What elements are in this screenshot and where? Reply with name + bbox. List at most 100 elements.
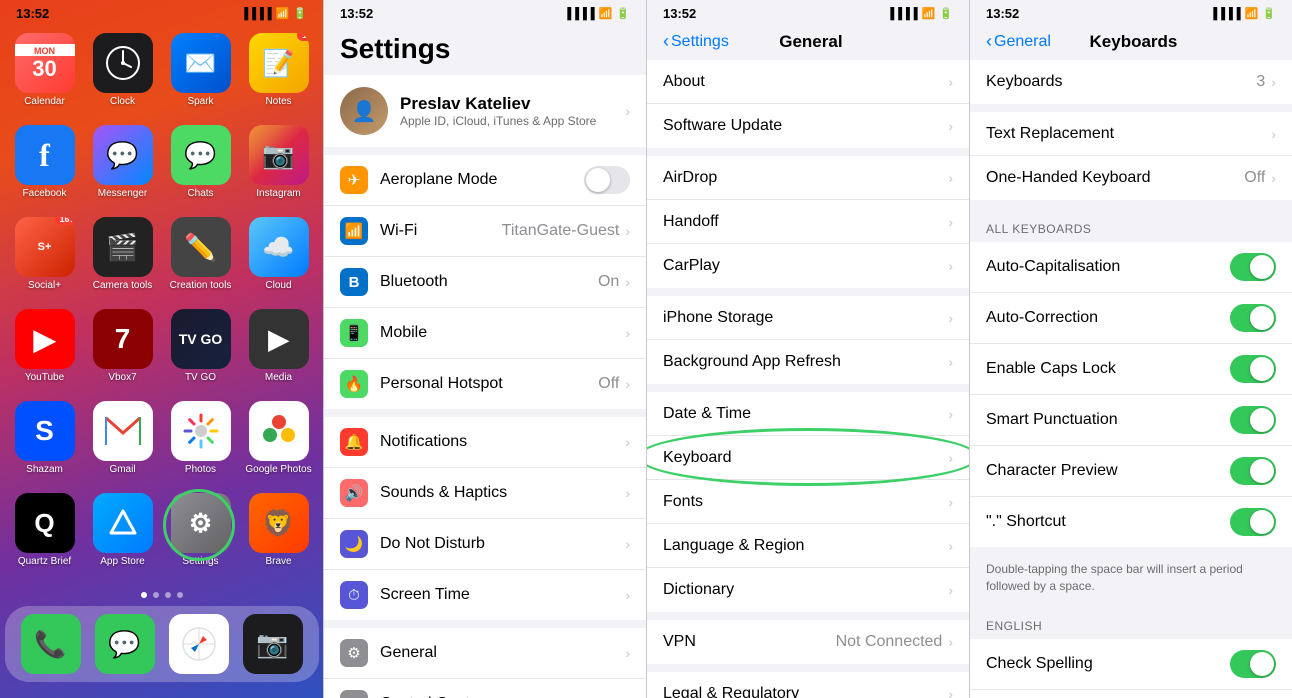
general-row-about[interactable]: About › xyxy=(647,60,969,104)
keyboards-back-button[interactable]: ‹ General xyxy=(986,31,1051,52)
auto-correct-toggle[interactable] xyxy=(1230,304,1276,332)
app-calendar[interactable]: MON 30 Calendar xyxy=(11,33,79,107)
app-facebook[interactable]: f Facebook xyxy=(11,125,79,199)
general-row-airdrop[interactable]: AirDrop › xyxy=(647,156,969,200)
keyboards-row-auto-correct[interactable]: Auto-Correction xyxy=(970,293,1292,344)
app-settings[interactable]: ⚙ Settings xyxy=(167,493,235,567)
settings-row-notifications[interactable]: 🔔 Notifications › xyxy=(324,417,646,468)
app-vbox7[interactable]: 7 Vbox7 xyxy=(89,309,157,383)
settings-time: 13:52 xyxy=(340,6,373,21)
general-row-iphone-storage[interactable]: iPhone Storage › xyxy=(647,296,969,340)
settings-row-wifi[interactable]: 📶 Wi-Fi TitanGate-Guest › xyxy=(324,206,646,257)
app-gmail[interactable]: Gmail xyxy=(89,401,157,475)
sounds-chevron: › xyxy=(625,485,630,501)
app-chats[interactable]: 💬 Chats xyxy=(167,125,235,199)
smart-punct-toggle[interactable] xyxy=(1230,406,1276,434)
settings-row-dnd[interactable]: 🌙 Do Not Disturb › xyxy=(324,519,646,570)
general-row-software[interactable]: Software Update › xyxy=(647,104,969,148)
check-spelling-label: Check Spelling xyxy=(986,655,1230,673)
app-clock[interactable]: Clock xyxy=(89,33,157,107)
app-shazam[interactable]: S Shazam xyxy=(11,401,79,475)
hotspot-chevron: › xyxy=(625,376,630,392)
dock-camera[interactable]: 📷 xyxy=(243,614,303,674)
auto-cap-toggle[interactable] xyxy=(1230,253,1276,281)
settings-row-screen-time[interactable]: ⏱ Screen Time › xyxy=(324,570,646,620)
general-row-carplay[interactable]: CarPlay › xyxy=(647,244,969,288)
general-nav-bar: ‹ Settings General xyxy=(647,25,969,60)
settings-row-mobile[interactable]: 📱 Mobile › xyxy=(324,308,646,359)
app-messenger[interactable]: 💬 Messenger xyxy=(89,125,157,199)
caps-lock-toggle[interactable] xyxy=(1230,355,1276,383)
general-back-button[interactable]: ‹ Settings xyxy=(663,31,729,52)
general-row-background-refresh[interactable]: Background App Refresh › xyxy=(647,340,969,384)
app-quartz-brief[interactable]: Q Quartz Brief xyxy=(11,493,79,567)
keyboards-row-auto-cap[interactable]: Auto-Capitalisation xyxy=(970,242,1292,293)
dock-phone[interactable]: 📞 xyxy=(21,614,81,674)
app-brave[interactable]: 🦁 Brave xyxy=(245,493,313,567)
keyboards-row-char-preview[interactable]: Character Preview xyxy=(970,446,1292,497)
app-vbox7-label: Vbox7 xyxy=(108,372,136,383)
char-preview-toggle[interactable] xyxy=(1230,457,1276,485)
app-creation-tools[interactable]: ✏️ Creation tools xyxy=(167,217,235,291)
app-app-store[interactable]: App Store xyxy=(89,493,157,567)
settings-row-bluetooth[interactable]: B Bluetooth On › xyxy=(324,257,646,308)
settings-group-1: ✈ Aeroplane Mode 📶 Wi-Fi TitanGate-Guest… xyxy=(324,155,646,409)
settings-row-aeroplane[interactable]: ✈ Aeroplane Mode xyxy=(324,155,646,206)
settings-row-sounds[interactable]: 🔊 Sounds & Haptics › xyxy=(324,468,646,519)
general-row-dictionary[interactable]: Dictionary › xyxy=(647,568,969,612)
general-row-language[interactable]: Language & Region › xyxy=(647,524,969,568)
general-row-handoff[interactable]: Handoff › xyxy=(647,200,969,244)
aeroplane-toggle[interactable] xyxy=(584,166,630,194)
app-cloud[interactable]: ☁️ Cloud xyxy=(245,217,313,291)
app-social-plus[interactable]: S+ 167 Social+ xyxy=(11,217,79,291)
profile-avatar: 👤 xyxy=(340,87,388,135)
app-tvgo[interactable]: TV GO TV GO xyxy=(167,309,235,383)
general-panel: 13:52 ▐▐▐▐ 📶 🔋 ‹ Settings General About … xyxy=(646,0,969,698)
dictionary-label: Dictionary xyxy=(663,581,948,599)
general-row-fonts[interactable]: Fonts › xyxy=(647,480,969,524)
sounds-icon: 🔊 xyxy=(340,479,368,507)
general-row-legal[interactable]: Legal & Regulatory › xyxy=(647,672,969,698)
home-screen: 13:52 ▐▐▐▐ 📶 🔋 MON 30 Calendar Clock ✉️ … xyxy=(0,0,323,698)
background-refresh-chevron: › xyxy=(948,354,953,370)
settings-row-hotspot[interactable]: 🔥 Personal Hotspot Off › xyxy=(324,359,646,409)
app-google-photos[interactable]: Google Photos xyxy=(245,401,313,475)
keyboards-row-predictive[interactable]: Predictive xyxy=(970,690,1292,698)
bluetooth-label: Bluetooth xyxy=(380,273,598,291)
period-shortcut-toggle[interactable] xyxy=(1230,508,1276,536)
app-camera-tools[interactable]: 🎬 Camera tools xyxy=(89,217,157,291)
app-notes-label: Notes xyxy=(265,96,291,107)
keyboards-row-smart-punct[interactable]: Smart Punctuation xyxy=(970,395,1292,446)
app-photos[interactable]: Photos xyxy=(167,401,235,475)
app-media[interactable]: ▶ Media xyxy=(245,309,313,383)
keyboards-row-check-spelling[interactable]: Check Spelling xyxy=(970,639,1292,690)
profile-row[interactable]: 👤 Preslav Kateliev Apple ID, iCloud, iTu… xyxy=(324,75,646,147)
general-row-vpn[interactable]: VPN Not Connected › xyxy=(647,620,969,664)
keyboards-row-keyboards[interactable]: Keyboards 3 › xyxy=(970,60,1292,104)
settings-row-control-centre[interactable]: ◼ Control Centre › xyxy=(324,679,646,698)
keyboards-row-text-replacement[interactable]: Text Replacement › xyxy=(970,112,1292,156)
app-notes[interactable]: 📝 1 Notes xyxy=(245,33,313,107)
page-dots xyxy=(141,592,183,598)
mobile-icon: 📱 xyxy=(340,319,368,347)
period-shortcut-label: "." Shortcut xyxy=(986,513,1230,531)
keyboards-row-period-shortcut[interactable]: "." Shortcut xyxy=(970,497,1292,547)
one-handed-label: One-Handed Keyboard xyxy=(986,169,1244,187)
dock-safari[interactable] xyxy=(169,614,229,674)
general-row-keyboard[interactable]: Keyboard › xyxy=(647,436,969,480)
app-youtube[interactable]: ▶ YouTube xyxy=(11,309,79,383)
keyboards-row-one-handed[interactable]: One-Handed Keyboard Off › xyxy=(970,156,1292,200)
settings-row-general[interactable]: ⚙ General › xyxy=(324,628,646,679)
app-spark[interactable]: ✉️ Spark xyxy=(167,33,235,107)
dock-messages[interactable]: 💬 xyxy=(95,614,155,674)
dot-2 xyxy=(153,592,159,598)
home-time: 13:52 xyxy=(16,6,49,21)
language-chevron: › xyxy=(948,538,953,554)
handoff-chevron: › xyxy=(948,214,953,230)
general-row-date-time[interactable]: Date & Time › xyxy=(647,392,969,436)
date-time-chevron: › xyxy=(948,406,953,422)
keyboards-row-caps-lock[interactable]: Enable Caps Lock xyxy=(970,344,1292,395)
app-instagram[interactable]: 📷 Instagram xyxy=(245,125,313,199)
app-google-photos-label: Google Photos xyxy=(245,464,311,475)
check-spelling-toggle[interactable] xyxy=(1230,650,1276,678)
